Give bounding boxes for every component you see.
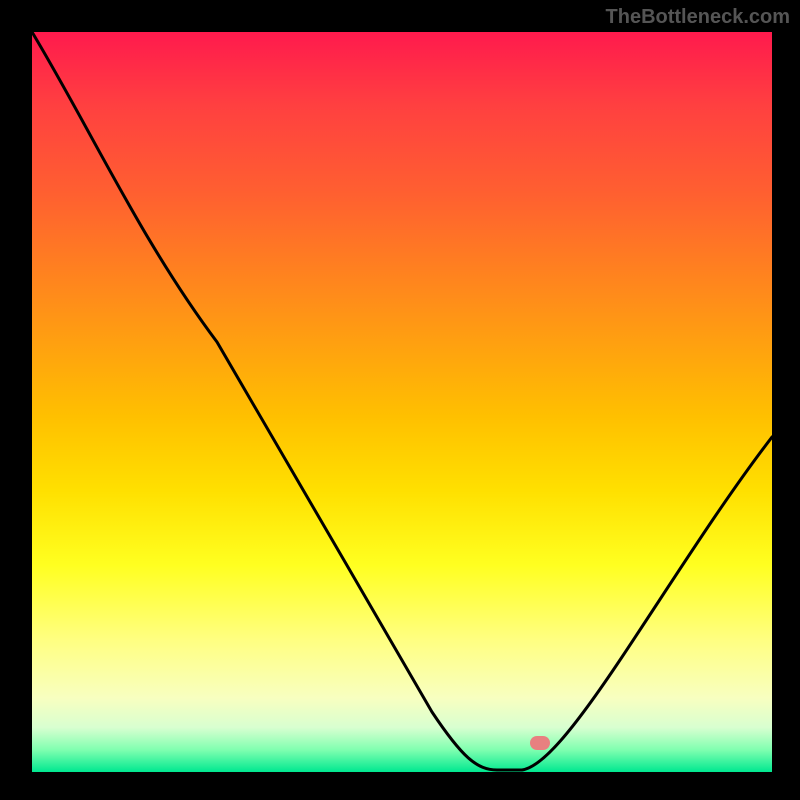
optimal-point-marker — [530, 736, 550, 750]
bottleneck-curve-path — [32, 32, 772, 770]
plot-background-gradient — [32, 32, 772, 772]
chart-container: TheBottleneck.com — [0, 0, 800, 800]
curve-svg — [32, 32, 772, 772]
watermark-text: TheBottleneck.com — [606, 6, 790, 29]
